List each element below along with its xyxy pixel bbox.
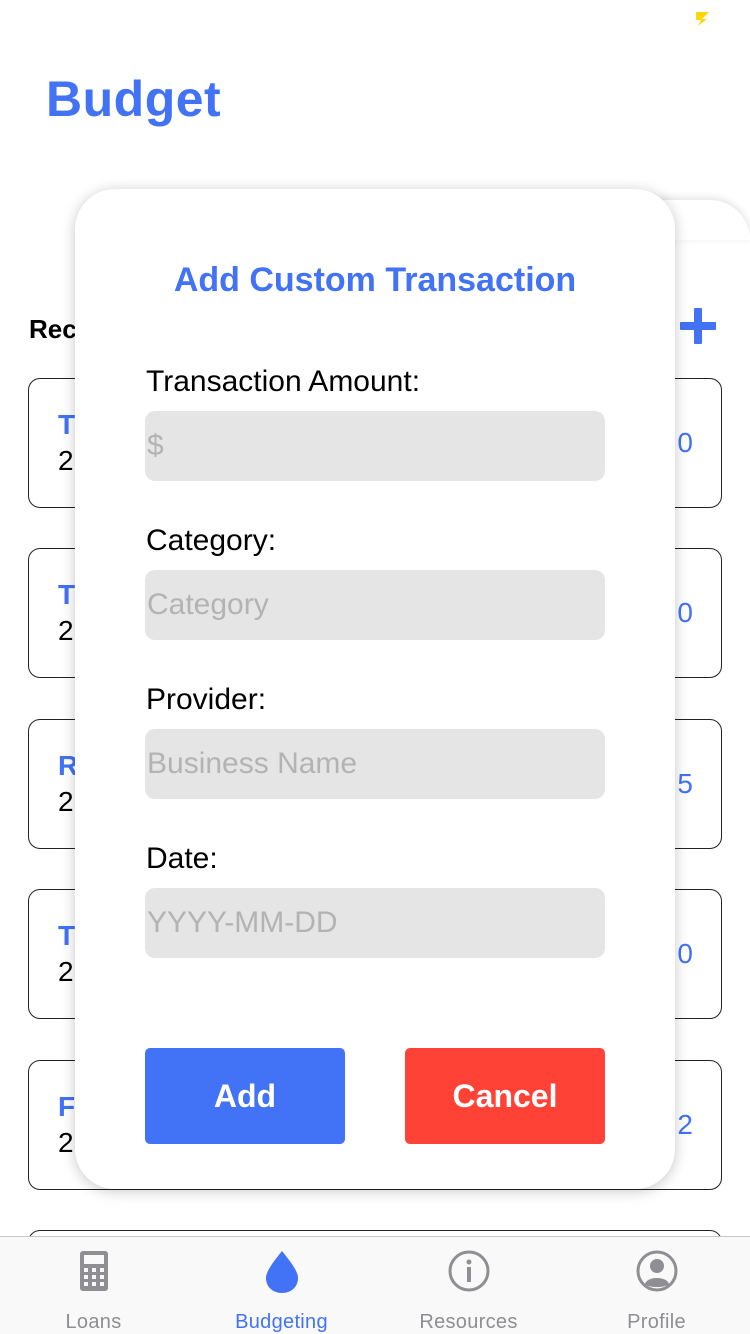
tab-resources[interactable]: Resources <box>375 1237 562 1334</box>
add-transaction-plus-icon[interactable] <box>678 306 718 346</box>
date-input[interactable] <box>145 888 605 958</box>
transaction-date: 2 <box>58 1127 74 1158</box>
transaction-amount: 5 <box>677 768 693 799</box>
tab-profile[interactable]: Profile <box>563 1237 750 1334</box>
date-label: Date: <box>146 842 218 875</box>
add-button[interactable]: Add <box>145 1048 345 1144</box>
transaction-date: 2 <box>58 615 74 646</box>
person-icon <box>636 1250 677 1292</box>
transaction-amount: 0 <box>677 938 693 969</box>
transaction-name: T <box>58 409 76 440</box>
provider-label: Provider: <box>146 683 267 716</box>
tab-label: Resources <box>419 1311 518 1333</box>
modal-title: Add Custom Transaction <box>173 261 577 299</box>
transaction-name: T <box>58 920 76 951</box>
add-transaction-modal: Add Custom Transaction Transaction Amoun… <box>75 189 675 1189</box>
transaction-name: T <box>58 579 76 610</box>
transaction-amount: 0 <box>677 597 693 628</box>
cancel-button[interactable]: Cancel <box>405 1048 605 1144</box>
tab-label: Profile <box>627 1311 686 1333</box>
info-icon <box>448 1250 489 1292</box>
tab-bar: Loans Budgeting Resources Profile <box>0 1236 750 1334</box>
transaction-name: F <box>58 1091 76 1122</box>
calculator-icon <box>79 1251 108 1291</box>
amount-label: Transaction Amount: <box>146 365 421 398</box>
transaction-amount: 2 <box>677 1109 693 1140</box>
transaction-date: 2 <box>58 956 74 987</box>
provider-input[interactable] <box>145 729 605 799</box>
tab-label: Budgeting <box>235 1311 328 1333</box>
transaction-date: 2 <box>58 786 74 817</box>
page-title: Budget <box>46 71 222 127</box>
transaction-date: 2 <box>58 445 74 476</box>
recent-transactions-label: Rec <box>29 314 77 344</box>
transaction-amount: 0 <box>677 427 693 458</box>
yellow-lightning-icon <box>696 12 709 26</box>
tab-label: Loans <box>65 1311 122 1333</box>
tab-loans[interactable]: Loans <box>0 1237 187 1334</box>
tab-budgeting[interactable]: Budgeting <box>188 1237 375 1334</box>
category-input[interactable] <box>145 570 605 640</box>
category-label: Category: <box>146 524 277 557</box>
drop-icon <box>265 1251 298 1293</box>
amount-input[interactable] <box>145 411 605 481</box>
